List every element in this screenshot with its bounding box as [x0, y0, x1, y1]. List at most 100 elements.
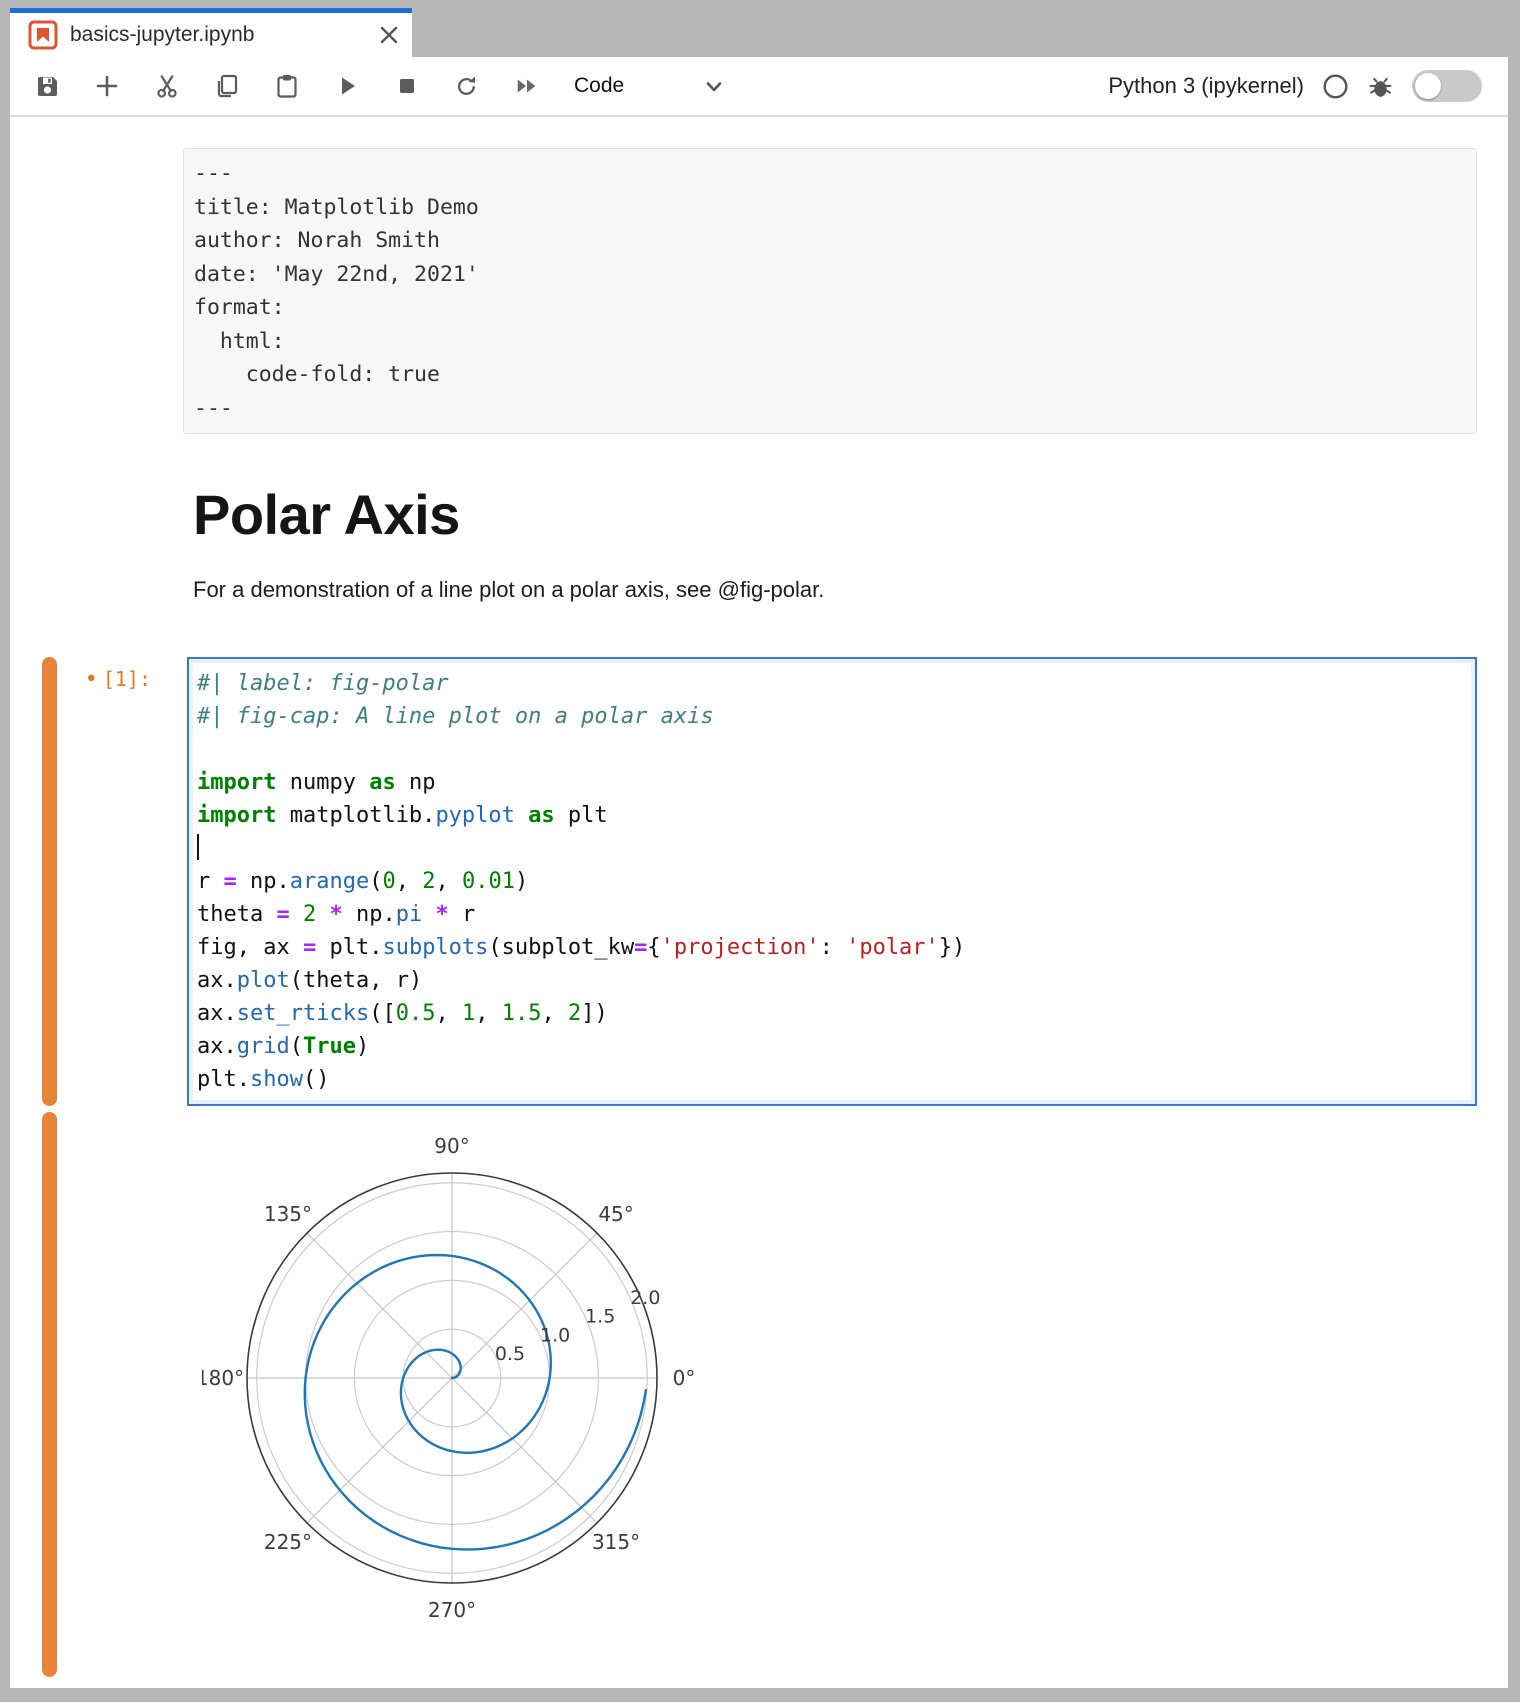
token-kw: True — [303, 1034, 356, 1059]
yaml-line: author: Norah Smith — [194, 224, 1464, 258]
token-num: 2 — [568, 1001, 581, 1026]
svg-text:135°: 135° — [264, 1202, 312, 1226]
output-collapser[interactable] — [42, 1112, 57, 1677]
token-txt: : — [820, 935, 847, 960]
token-prop: show — [250, 1067, 303, 1092]
save-button[interactable] — [34, 73, 60, 99]
copy-cells-button[interactable] — [214, 73, 240, 99]
cut-cells-button[interactable] — [154, 73, 180, 99]
cell-collapser[interactable] — [42, 657, 57, 1106]
token-op: = — [303, 935, 316, 960]
svg-text:45°: 45° — [598, 1202, 633, 1226]
token-txt: ]) — [581, 1001, 608, 1026]
token-txt: matplotlib. — [276, 803, 435, 828]
debugger-bug-icon[interactable] — [1367, 73, 1394, 100]
token-txt: ( — [290, 1034, 303, 1059]
token-op: = — [634, 935, 647, 960]
tab-basics-jupyter[interactable]: basics-jupyter.ipynb — [10, 8, 412, 57]
token-op: * — [435, 902, 448, 927]
token-txt: }) — [939, 935, 966, 960]
token-txt: numpy — [276, 770, 369, 795]
yaml-line: --- — [194, 157, 1464, 191]
code-line — [197, 832, 1475, 865]
tab-bar: basics-jupyter.ipynb — [10, 8, 1508, 57]
token-txt: , — [396, 869, 423, 894]
svg-text:315°: 315° — [592, 1530, 640, 1554]
token-kw: as — [528, 803, 555, 828]
svg-text:180°: 180° — [202, 1366, 244, 1390]
token-prop: set_rticks — [237, 1001, 369, 1026]
token-prop: pyplot — [435, 803, 514, 828]
code-line — [197, 733, 1475, 766]
token-cmt: #| fig-cap: A line plot on a polar axis — [197, 704, 714, 729]
toolbar-toggle-switch[interactable] — [1412, 70, 1482, 102]
token-num: 0.5 — [396, 1001, 436, 1026]
run-cell-button[interactable] — [334, 73, 360, 99]
token-prop: plot — [237, 968, 290, 993]
yaml-line: title: Matplotlib Demo — [194, 191, 1464, 225]
output-row: 0°45°90°135°180°225°270°315°0.51.01.52.0 — [10, 1112, 1508, 1677]
paste-cells-button[interactable] — [274, 73, 300, 99]
yaml-line: html: — [194, 325, 1464, 359]
token-txt: () — [303, 1067, 330, 1092]
chevron-down-icon[interactable] — [701, 73, 727, 99]
toggle-knob — [1415, 73, 1441, 99]
token-txt: fig, ax — [197, 935, 303, 960]
token-txt: plt — [555, 803, 608, 828]
run-all-cells-button[interactable] — [514, 73, 540, 99]
execution-count: [1]: — [103, 667, 151, 691]
token-num: 2 — [303, 902, 316, 927]
token-txt: , — [435, 869, 462, 894]
code-line: ax.plot(theta, r) — [197, 964, 1475, 997]
add-cell-button[interactable] — [94, 73, 120, 99]
svg-text:90°: 90° — [434, 1134, 469, 1158]
svg-text:1.0: 1.0 — [540, 1324, 570, 1346]
svg-text:225°: 225° — [264, 1530, 312, 1554]
execution-prompt: •[1]: — [10, 667, 151, 692]
token-str: 'projection' — [661, 935, 820, 960]
toolbar-right-group: Python 3 (ipykernel) — [1108, 70, 1508, 102]
token-txt: plt. — [316, 935, 382, 960]
svg-text:1.5: 1.5 — [585, 1306, 615, 1328]
token-txt: r — [197, 869, 224, 894]
token-txt: , — [541, 1001, 568, 1026]
kernel-status-icon — [1322, 73, 1349, 100]
token-txt: ) — [356, 1034, 369, 1059]
token-txt: r — [449, 902, 476, 927]
interrupt-kernel-button[interactable] — [394, 73, 420, 99]
tab-title: basics-jupyter.ipynb — [70, 23, 366, 47]
polar-plot: 0°45°90°135°180°225°270°315°0.51.01.52.0 — [202, 1123, 762, 1653]
tab-close-icon[interactable] — [378, 24, 400, 46]
token-op: = — [276, 902, 289, 927]
token-txt: theta — [197, 902, 276, 927]
token-prop: arange — [290, 869, 369, 894]
token-prop: grid — [237, 1034, 290, 1059]
token-txt: (theta, r) — [290, 968, 422, 993]
token-num: 2 — [422, 869, 435, 894]
code-line: import matplotlib.pyplot as plt — [197, 799, 1475, 832]
code-line: #| label: fig-polar — [197, 667, 1475, 700]
token-num: 0.01 — [462, 869, 515, 894]
notebook-content: ---title: Matplotlib Demoauthor: Norah S… — [10, 117, 1508, 1688]
token-txt: np. — [343, 902, 396, 927]
token-txt: np — [396, 770, 436, 795]
cell-type-dropdown[interactable]: Code — [574, 74, 624, 98]
code-line: plt.show() — [197, 1063, 1475, 1096]
token-kw: import — [197, 803, 276, 828]
restart-kernel-button[interactable] — [454, 73, 480, 99]
token-prop: subplots — [382, 935, 488, 960]
token-op: = — [224, 869, 237, 894]
token-cmt: #| label: fig-polar — [197, 671, 449, 696]
svg-text:0.5: 0.5 — [495, 1343, 525, 1365]
token-prop: pi — [396, 902, 423, 927]
code-editor[interactable]: #| label: fig-polar #| fig-cap: A line pl… — [187, 657, 1477, 1106]
raw-frontmatter-cell[interactable]: ---title: Matplotlib Demoauthor: Norah S… — [183, 148, 1477, 434]
token-txt: { — [647, 935, 660, 960]
kernel-name[interactable]: Python 3 (ipykernel) — [1108, 73, 1304, 99]
code-line: ax.set_rticks([0.5, 1, 1.5, 2]) — [197, 997, 1475, 1030]
svg-text:0°: 0° — [673, 1366, 696, 1390]
token-txt: plt. — [197, 1067, 250, 1092]
svg-text:2.0: 2.0 — [630, 1287, 660, 1309]
token-txt: , — [435, 1001, 462, 1026]
token-txt: ( — [369, 869, 382, 894]
